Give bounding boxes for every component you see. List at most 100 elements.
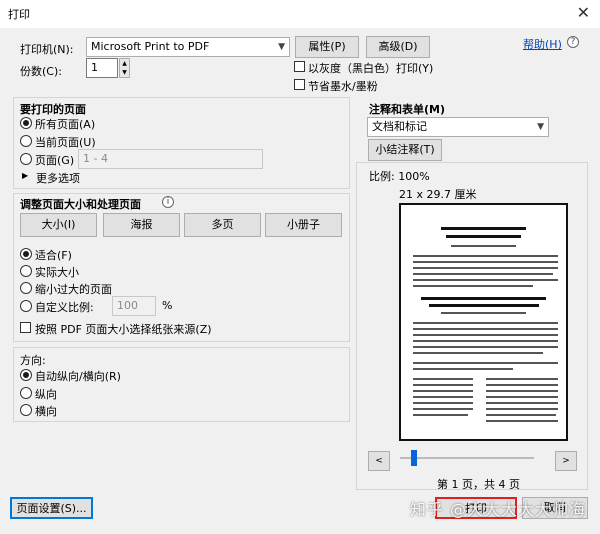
next-page-button[interactable]: > (555, 451, 577, 471)
scale-label: 比例: 100% (369, 170, 430, 183)
fit-radio[interactable] (20, 248, 32, 260)
window-title: 打印 (8, 8, 30, 21)
info-icon[interactable]: i (162, 196, 174, 208)
close-icon[interactable]: ✕ (577, 3, 590, 22)
save-ink-label: 节省墨水/墨粉 (308, 80, 378, 93)
doc-text-line (413, 362, 558, 364)
printer-select[interactable]: Microsoft Print to PDF ▼ (86, 37, 290, 57)
current-page-radio[interactable] (20, 135, 32, 147)
doc-text-line (413, 384, 473, 386)
doc-text-line (413, 267, 558, 269)
portrait-label: 纵向 (35, 388, 57, 401)
doc-text-line (413, 408, 473, 410)
doc-text-line (413, 378, 473, 380)
doc-text-line (413, 368, 513, 370)
doc-text-line (486, 408, 558, 410)
fit-label: 适合(F) (35, 249, 72, 262)
doc-text-line (413, 261, 558, 263)
copies-input[interactable]: 1 (86, 58, 118, 78)
doc-text-line (413, 346, 558, 348)
printer-label: 打印机(N): (20, 43, 74, 56)
doc-text-line (413, 352, 543, 354)
all-pages-label: 所有页面(A) (35, 118, 96, 131)
percent-label: % (162, 299, 173, 312)
landscape-label: 横向 (35, 405, 57, 418)
doc-text-line (486, 378, 558, 380)
comments-select[interactable]: 文档和标记 ▼ (367, 117, 549, 137)
size-button[interactable]: 大小(I) (20, 213, 97, 237)
copies-label: 份数(C): (20, 65, 62, 78)
page-range-label: 页面(G) (35, 154, 75, 167)
printer-selected-value: Microsoft Print to PDF (91, 40, 210, 53)
doc-text-line (413, 390, 473, 392)
doc-text-line (486, 390, 558, 392)
orientation-title: 方向: (20, 354, 46, 367)
pages-title: 要打印的页面 (20, 103, 86, 116)
multiple-pages-button[interactable]: 多页 (184, 213, 261, 237)
sizing-title: 调整页面大小和处理页面 (20, 198, 141, 211)
pdf-source-checkbox[interactable] (20, 322, 31, 333)
shrink-radio[interactable] (20, 282, 32, 294)
doc-title-line (441, 227, 526, 230)
doc-text-line (441, 312, 526, 314)
properties-button[interactable]: 属性(P) (295, 36, 359, 58)
grayscale-label: 以灰度（黑白色）打印(Y) (308, 62, 434, 75)
poster-button[interactable]: 海报 (103, 213, 180, 237)
page-slider-track[interactable] (400, 457, 534, 459)
doc-text-line (413, 273, 553, 275)
summarize-comments-button[interactable]: 小结注释(T) (368, 139, 442, 161)
page-indicator: 第 1 页，共 4 页 (437, 478, 520, 491)
actual-size-radio[interactable] (20, 265, 32, 277)
landscape-radio[interactable] (20, 404, 32, 416)
orientation-panel (13, 347, 350, 422)
chevron-down-icon: ▼ (537, 122, 544, 132)
custom-scale-input[interactable]: 100 (112, 296, 156, 316)
comments-selected-value: 文档和标记 (372, 120, 427, 133)
page-setup-button[interactable]: 页面设置(S)... (10, 497, 93, 519)
doc-text-line (413, 255, 558, 257)
page-range-radio[interactable] (20, 153, 32, 165)
doc-text-line (486, 402, 558, 404)
doc-title-line (429, 304, 539, 307)
doc-text-line (413, 279, 558, 281)
save-ink-checkbox[interactable] (294, 79, 305, 90)
custom-scale-radio[interactable] (20, 300, 32, 312)
doc-title-line (446, 235, 521, 238)
doc-text-line (451, 245, 516, 247)
expand-icon[interactable]: ▶ (22, 171, 28, 180)
doc-text-line (413, 340, 558, 342)
doc-text-line (413, 328, 558, 330)
pdf-source-label: 按照 PDF 页面大小选择纸张来源(Z) (35, 323, 212, 336)
doc-text-line (486, 420, 558, 422)
portrait-radio[interactable] (20, 387, 32, 399)
doc-title-line (421, 297, 546, 300)
doc-text-line (413, 402, 473, 404)
auto-orientation-radio[interactable] (20, 369, 32, 381)
doc-text-line (486, 396, 558, 398)
doc-text-line (486, 384, 558, 386)
title-bar (0, 0, 600, 28)
comments-title: 注释和表单(M) (369, 103, 446, 116)
all-pages-radio[interactable] (20, 117, 32, 129)
doc-text-line (413, 396, 473, 398)
booklet-button[interactable]: 小册子 (265, 213, 342, 237)
watermark: 知乎 @大大大大大帅海 (409, 500, 586, 519)
paper-size-label: 21 x 29.7 厘米 (399, 188, 477, 201)
copies-stepper[interactable]: ▲ ▼ (119, 58, 130, 78)
page-range-input[interactable]: 1 - 4 (78, 149, 263, 169)
page-slider-thumb[interactable] (411, 450, 417, 466)
auto-orientation-label: 自动纵向/横向(R) (35, 370, 121, 383)
advanced-button[interactable]: 高级(D) (366, 36, 430, 58)
help-icon[interactable]: ? (567, 36, 579, 48)
actual-size-label: 实际大小 (35, 266, 79, 279)
page-preview (399, 203, 568, 441)
custom-scale-label: 自定义比例: (35, 301, 94, 314)
chevron-down-icon: ▼ (278, 42, 285, 52)
doc-text-line (413, 322, 558, 324)
more-options-toggle[interactable]: 更多选项 (36, 170, 80, 186)
previous-page-button[interactable]: < (368, 451, 390, 471)
grayscale-checkbox[interactable] (294, 61, 305, 72)
doc-text-line (413, 414, 468, 416)
help-link[interactable]: 帮助(H) (523, 36, 562, 52)
shrink-label: 缩小过大的页面 (35, 283, 112, 296)
